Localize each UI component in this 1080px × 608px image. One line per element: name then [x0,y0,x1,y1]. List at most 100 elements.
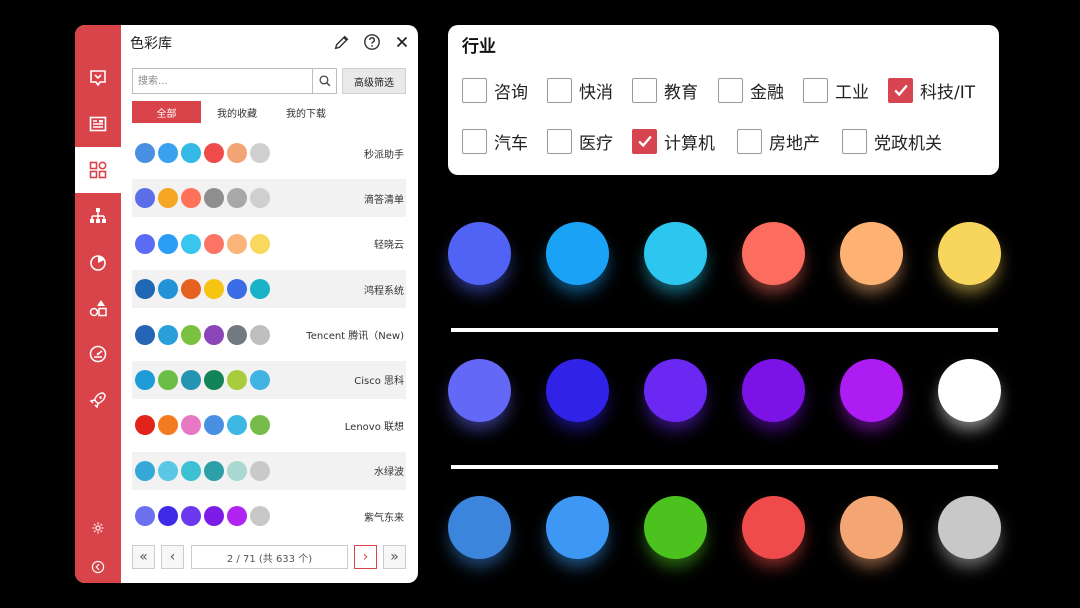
tab-downloads[interactable]: 我的下载 [272,101,340,123]
scheme-row[interactable]: 滴答清单 [132,179,406,218]
color-swatch[interactable] [227,143,247,163]
color-swatch[interactable] [204,460,224,481]
color-swatch[interactable] [250,415,270,436]
color-swatch[interactable] [204,369,224,390]
edit-icon[interactable] [331,31,353,53]
color-swatch[interactable] [181,369,201,390]
color-swatch[interactable] [250,279,270,300]
color-swatch[interactable] [181,143,201,163]
scheme-row[interactable]: Tencent 腾讯（New) [132,316,406,354]
color-swatch[interactable] [135,460,155,481]
industry-checkbox[interactable] [718,77,743,103]
color-swatch[interactable] [135,143,155,163]
settings-icon[interactable] [75,513,121,543]
scheme-row[interactable]: 秒派助手 [132,134,406,172]
color-swatch[interactable] [181,188,201,209]
industry-checkbox[interactable] [462,128,487,154]
industry-checkbox[interactable] [888,77,913,103]
industry-checkbox[interactable] [632,77,657,103]
last-page-button[interactable]: » [383,545,406,569]
rail-dashboard-icon[interactable] [75,331,121,377]
industry-option[interactable]: 教育 [632,77,698,103]
industry-option[interactable]: 医疗 [547,128,613,154]
scheme-row[interactable]: Lenovo 联想 [132,406,406,444]
industry-option[interactable]: 党政机关 [842,128,942,154]
color-swatch[interactable] [227,324,247,345]
industry-checkbox[interactable] [547,128,572,154]
search-input[interactable] [133,69,314,93]
color-swatch[interactable] [158,143,178,163]
color-swatch[interactable] [181,506,201,527]
industry-option[interactable]: 金融 [718,77,784,103]
tab-favorites[interactable]: 我的收藏 [203,101,271,123]
color-swatch[interactable] [158,415,178,436]
search-icon[interactable] [312,69,336,93]
color-swatch[interactable] [250,369,270,390]
scheme-row[interactable]: 水绿波 [132,451,406,490]
color-swatch[interactable] [158,279,178,300]
industry-checkbox[interactable] [737,128,762,154]
color-swatch[interactable] [250,324,270,345]
next-page-button[interactable]: › [354,545,377,569]
color-swatch[interactable] [158,506,178,527]
industry-option[interactable]: 咨询 [462,77,528,103]
color-swatch[interactable] [204,506,224,527]
industry-checkbox[interactable] [462,77,487,103]
prev-page-button[interactable]: ‹ [161,545,184,569]
industry-option[interactable]: 房地产 [737,128,820,154]
advanced-filter-button[interactable]: 高级筛选 [342,68,406,94]
rail-pie-chart-icon[interactable] [75,239,121,285]
color-swatch[interactable] [181,279,201,300]
color-swatch[interactable] [135,279,155,300]
help-icon[interactable] [361,31,383,53]
color-swatch[interactable] [227,369,247,390]
color-swatch[interactable] [227,460,247,481]
rail-org-chart-icon[interactable] [75,193,121,239]
scheme-row[interactable]: Cisco 思科 [132,360,406,399]
color-swatch[interactable] [227,233,247,254]
industry-checkbox[interactable] [547,77,572,103]
color-swatch[interactable] [135,233,155,254]
industry-checkbox[interactable] [842,128,867,154]
color-swatch[interactable] [181,324,201,345]
rail-color-library-icon[interactable] [75,147,121,193]
industry-option[interactable]: 工业 [803,77,869,103]
color-swatch[interactable] [227,279,247,300]
color-swatch[interactable] [135,188,155,209]
scheme-row[interactable]: 紫气东来 [132,497,406,535]
color-swatch[interactable] [158,460,178,481]
color-swatch[interactable] [181,415,201,436]
color-swatch[interactable] [250,460,270,481]
color-swatch[interactable] [204,188,224,209]
color-swatch[interactable] [158,233,178,254]
color-swatch[interactable] [158,369,178,390]
industry-option[interactable]: 汽车 [462,128,528,154]
scheme-row[interactable]: 鸿程系统 [132,270,406,309]
collapse-icon[interactable] [75,552,121,582]
color-swatch[interactable] [135,506,155,527]
scheme-row[interactable]: 轻晓云 [132,225,406,263]
rail-badge-icon[interactable] [75,55,121,101]
color-swatch[interactable] [204,415,224,436]
close-icon[interactable] [391,31,413,53]
industry-checkbox[interactable] [803,77,828,103]
color-swatch[interactable] [135,369,155,390]
color-swatch[interactable] [250,188,270,209]
first-page-button[interactable]: « [132,545,155,569]
color-swatch[interactable] [250,506,270,527]
industry-option[interactable]: 科技/IT [888,77,975,103]
color-swatch[interactable] [135,415,155,436]
color-swatch[interactable] [227,188,247,209]
rail-layout-icon[interactable] [75,101,121,147]
industry-option[interactable]: 计算机 [632,128,715,154]
tab-all[interactable]: 全部 [132,101,201,123]
color-swatch[interactable] [250,143,270,163]
industry-option[interactable]: 快消 [547,77,613,103]
industry-checkbox[interactable] [632,128,657,154]
color-swatch[interactable] [227,415,247,436]
color-swatch[interactable] [181,233,201,254]
color-swatch[interactable] [181,460,201,481]
color-swatch[interactable] [250,233,270,254]
color-swatch[interactable] [204,324,224,345]
color-swatch[interactable] [158,188,178,209]
